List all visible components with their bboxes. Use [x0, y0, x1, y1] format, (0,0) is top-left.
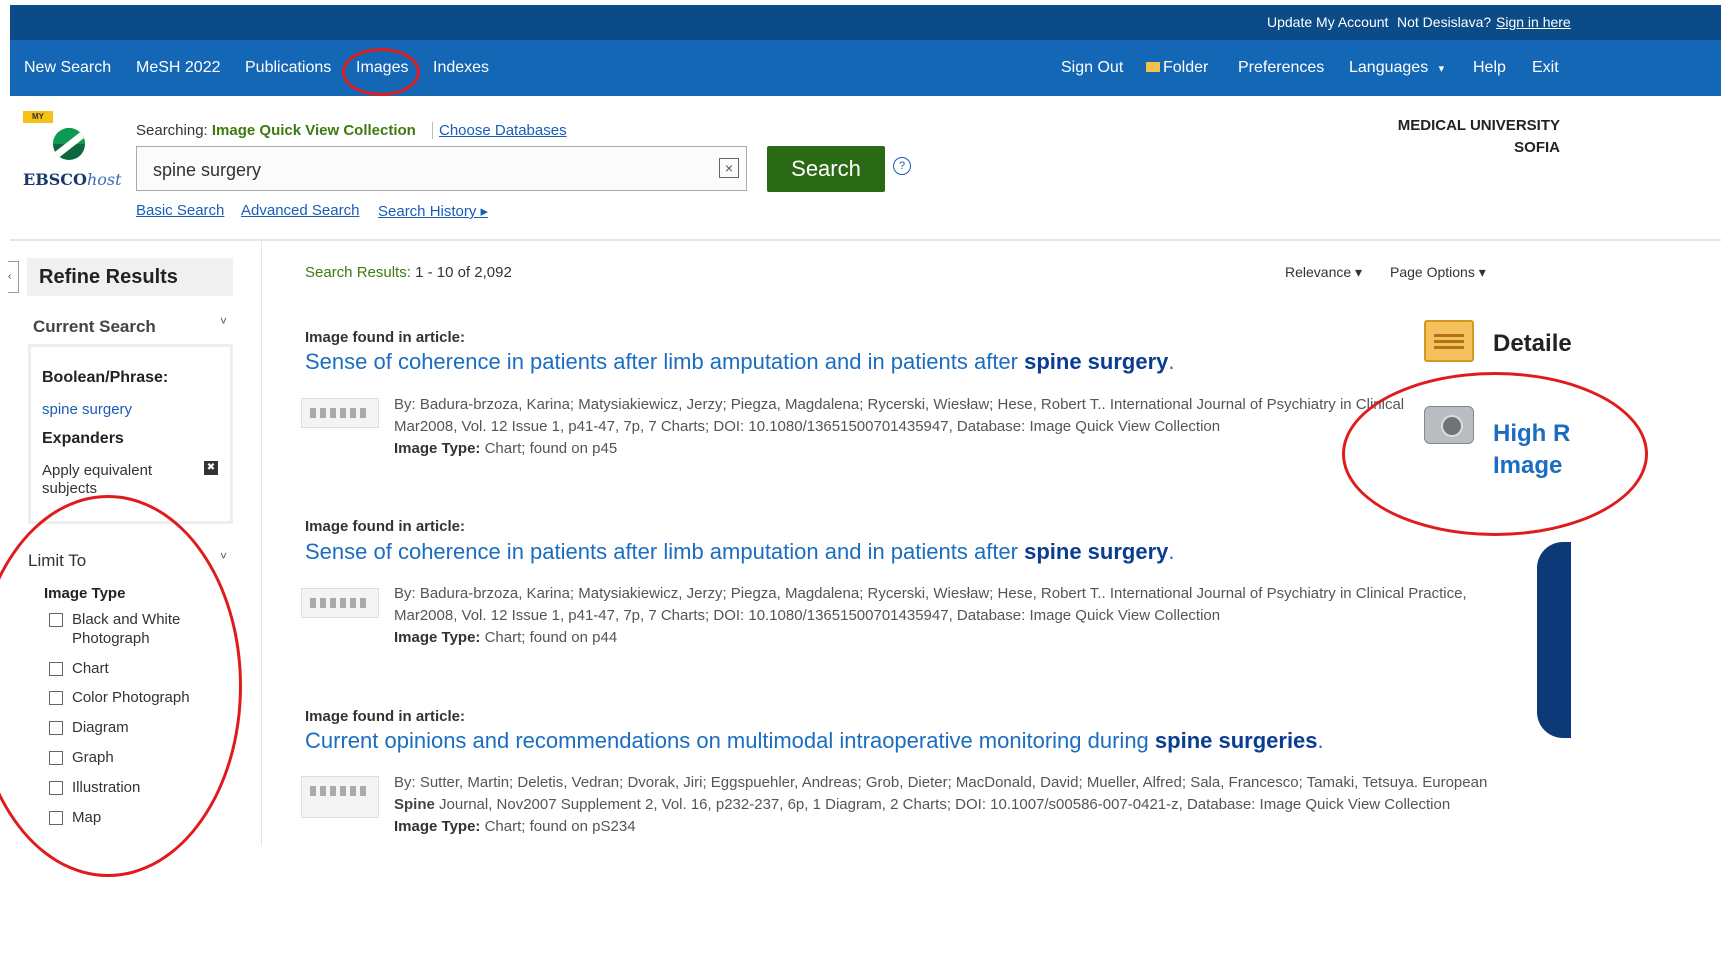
utility-bar: Update My Account Not Desislava? Sign in… — [10, 5, 1721, 40]
database-name: Image Quick View Collection — [211, 122, 416, 139]
detailed-record-link[interactable]: Detaile — [1493, 330, 1572, 358]
result-title-link[interactable]: Current opinions and recommendations on … — [305, 728, 1324, 754]
result-image-type: Image Type: Chart; found on p45 — [394, 438, 1404, 460]
title-end: . — [1168, 349, 1175, 374]
search-query-text: spine surgery — [153, 160, 262, 180]
image-type-key: Image Type: — [394, 440, 481, 457]
ebsco-logo-icon — [53, 128, 85, 160]
remove-expander-icon[interactable]: ✖ — [204, 461, 218, 475]
languages-label: Languages — [1349, 59, 1429, 76]
basic-search-link[interactable]: Basic Search — [136, 202, 224, 219]
folder-icon — [1146, 62, 1160, 72]
sign-out-link[interactable]: Sign Out — [1061, 59, 1123, 77]
institution-line-1: MEDICAL UNIVERSITY — [1397, 117, 1560, 134]
header-divider — [10, 239, 1721, 241]
result-authors: By: Sutter, Martin; Deletis, Vedran; Dvo… — [394, 774, 1488, 791]
annotation-circle-high-res — [1342, 372, 1648, 536]
result-found-label: Image found in article: — [305, 518, 466, 535]
result-source: Mar2008, Vol. 12 Issue 1, p41-47, 7p, 7 … — [394, 418, 1221, 435]
help-icon[interactable]: ? — [893, 157, 911, 175]
results-count-label: Search Results: — [305, 264, 411, 281]
title-end: . — [1168, 539, 1175, 564]
result-meta: By: Sutter, Martin; Deletis, Vedran; Dvo… — [394, 772, 1487, 838]
main-nav: New Search MeSH 2022 Publications Images… — [10, 40, 1721, 96]
institution-line-2: SOFIA — [1514, 139, 1560, 156]
result-source: Spine Journal, Nov2007 Supplement 2, Vol… — [394, 794, 1487, 816]
searching-label: Searching: Image Quick View Collection — [136, 122, 416, 139]
title-text: Current opinions and recommendations on … — [305, 728, 1155, 753]
result-thumbnail[interactable] — [301, 588, 379, 618]
image-type-value: Chart; found on pS234 — [480, 818, 636, 835]
result-image-type: Image Type: Chart; found on pS234 — [394, 816, 1487, 838]
ebsco-logo[interactable]: EBSCOhost — [23, 170, 122, 189]
side-panel-tab[interactable] — [1537, 542, 1571, 738]
result-found-label: Image found in article: — [305, 329, 466, 346]
results-count-value: 1 - 10 of 2,092 — [415, 264, 512, 281]
source-text: Journal, Nov2007 Supplement 2, Vol. 16, … — [434, 796, 1451, 813]
folder-link[interactable]: Folder — [1146, 59, 1208, 77]
help-link[interactable]: Help — [1473, 59, 1506, 77]
refine-results-title: Refine Results — [27, 258, 233, 296]
institution-name: MEDICAL UNIVERSITY SOFIA — [1390, 115, 1560, 159]
relevance-sort-dropdown[interactable]: Relevance ▾ — [1285, 264, 1362, 281]
image-type-value: Chart; found on p45 — [480, 440, 618, 457]
search-button[interactable]: Search — [767, 146, 885, 192]
result-title-link[interactable]: Sense of coherence in patients after lim… — [305, 539, 1175, 565]
sign-in-link[interactable]: Sign in here — [1496, 14, 1571, 30]
result-thumbnail[interactable] — [301, 398, 379, 428]
nav-new-search[interactable]: New Search — [24, 59, 111, 77]
clear-search-icon[interactable]: × — [719, 158, 739, 178]
not-user-text: Not Desislava? — [1397, 14, 1492, 30]
chevron-down-icon[interactable]: ˅ — [220, 314, 227, 328]
choose-databases-link[interactable]: Choose Databases — [432, 122, 567, 139]
result-found-label: Image found in article: — [305, 708, 466, 725]
search-input[interactable]: spine surgery — [136, 146, 747, 191]
image-type-value: Chart; found on p44 — [480, 629, 618, 646]
expander-value: Apply equivalent subjects — [42, 462, 153, 497]
expanders-label: Expanders — [42, 430, 124, 447]
advanced-search-link[interactable]: Advanced Search — [241, 202, 359, 219]
result-meta: By: Badura-brzoza, Karina; Matysiakiewic… — [394, 583, 1467, 649]
image-type-key: Image Type: — [394, 818, 481, 835]
detailed-record-icon[interactable] — [1424, 320, 1474, 362]
result-image-type: Image Type: Chart; found on p44 — [394, 627, 1467, 649]
search-history-link[interactable]: Search History ▸ — [378, 202, 488, 220]
result-title-link[interactable]: Sense of coherence in patients after lim… — [305, 349, 1175, 375]
boolean-phrase-label: Boolean/Phrase: — [42, 369, 169, 386]
title-highlight: spine surgery — [1024, 539, 1169, 564]
nav-publications[interactable]: Publications — [245, 59, 331, 77]
annotation-circle-images — [342, 48, 420, 96]
title-text: Sense of coherence in patients after lim… — [305, 349, 1025, 374]
current-search-heading[interactable]: Current Search — [33, 317, 156, 337]
sidebar-divider — [261, 241, 262, 846]
boolean-phrase-value[interactable]: spine surgery — [42, 401, 132, 418]
logo-host-text: host — [86, 170, 122, 189]
collapse-sidebar-button[interactable]: ‹ — [8, 261, 19, 293]
result-thumbnail[interactable] — [301, 776, 379, 818]
page-options-dropdown[interactable]: Page Options ▾ — [1390, 264, 1486, 281]
logo-my-badge: MY — [23, 111, 53, 123]
languages-menu[interactable]: Languages ▾ — [1349, 59, 1444, 77]
chevron-down-icon[interactable]: ˅ — [220, 549, 227, 563]
title-text: Sense of coherence in patients after lim… — [305, 539, 1025, 564]
exit-link[interactable]: Exit — [1532, 59, 1559, 77]
logo-main-text: EBSCO — [23, 170, 87, 189]
result-source: Mar2008, Vol. 12 Issue 1, p41-47, 7p, 7 … — [394, 607, 1221, 624]
result-authors: By: Badura-brzoza, Karina; Matysiakiewic… — [394, 585, 1467, 602]
result-authors: By: Badura-brzoza, Karina; Matysiakiewic… — [394, 396, 1405, 413]
title-highlight: spine surgery — [1024, 349, 1169, 374]
source-highlight: Spine — [394, 796, 435, 813]
results-count: Search Results: 1 - 10 of 2,092 — [305, 264, 512, 281]
chevron-down-icon: ▾ — [1438, 63, 1445, 75]
searching-prefix: Searching: — [136, 122, 208, 139]
folder-label: Folder — [1163, 59, 1209, 76]
nav-indexes[interactable]: Indexes — [433, 59, 489, 77]
title-highlight: spine surgeries — [1154, 728, 1318, 753]
result-meta: By: Badura-brzoza, Karina; Matysiakiewic… — [394, 394, 1404, 460]
nav-mesh[interactable]: MeSH 2022 — [136, 59, 221, 77]
update-account-link[interactable]: Update My Account — [1267, 14, 1388, 30]
image-type-key: Image Type: — [394, 629, 481, 646]
title-end: . — [1317, 728, 1324, 753]
preferences-link[interactable]: Preferences — [1238, 59, 1324, 77]
